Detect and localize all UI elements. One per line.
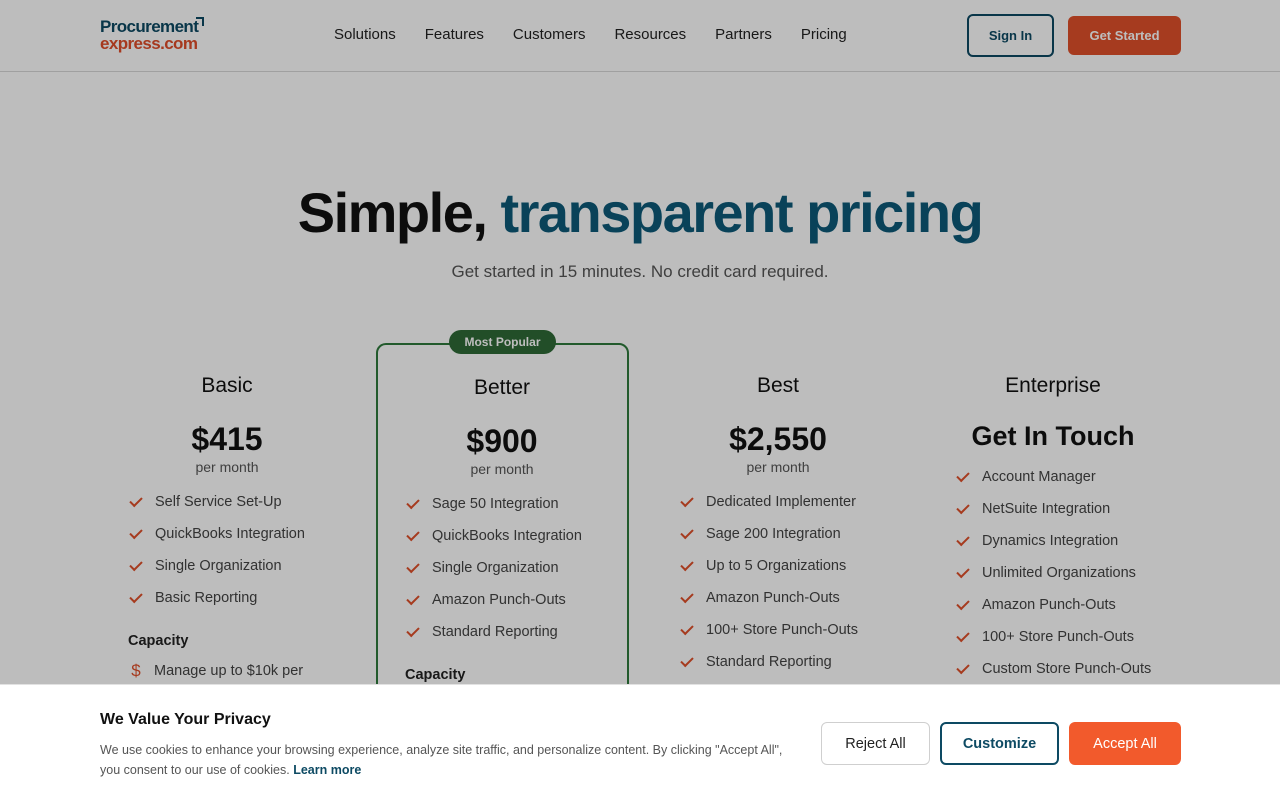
learn-more-link[interactable]: Learn more [293,763,361,777]
customize-button[interactable]: Customize [940,722,1059,765]
reject-all-button[interactable]: Reject All [821,722,930,765]
modal-overlay-header [0,0,1280,72]
cookie-description: We use cookies to enhance your browsing … [100,743,783,777]
modal-overlay [0,72,1280,684]
accept-all-button[interactable]: Accept All [1069,722,1181,765]
cookie-banner: We Value Your Privacy We use cookies to … [0,684,1280,800]
cookie-title: We Value Your Privacy [100,711,271,728]
cookie-text: We use cookies to enhance your browsing … [100,740,790,780]
